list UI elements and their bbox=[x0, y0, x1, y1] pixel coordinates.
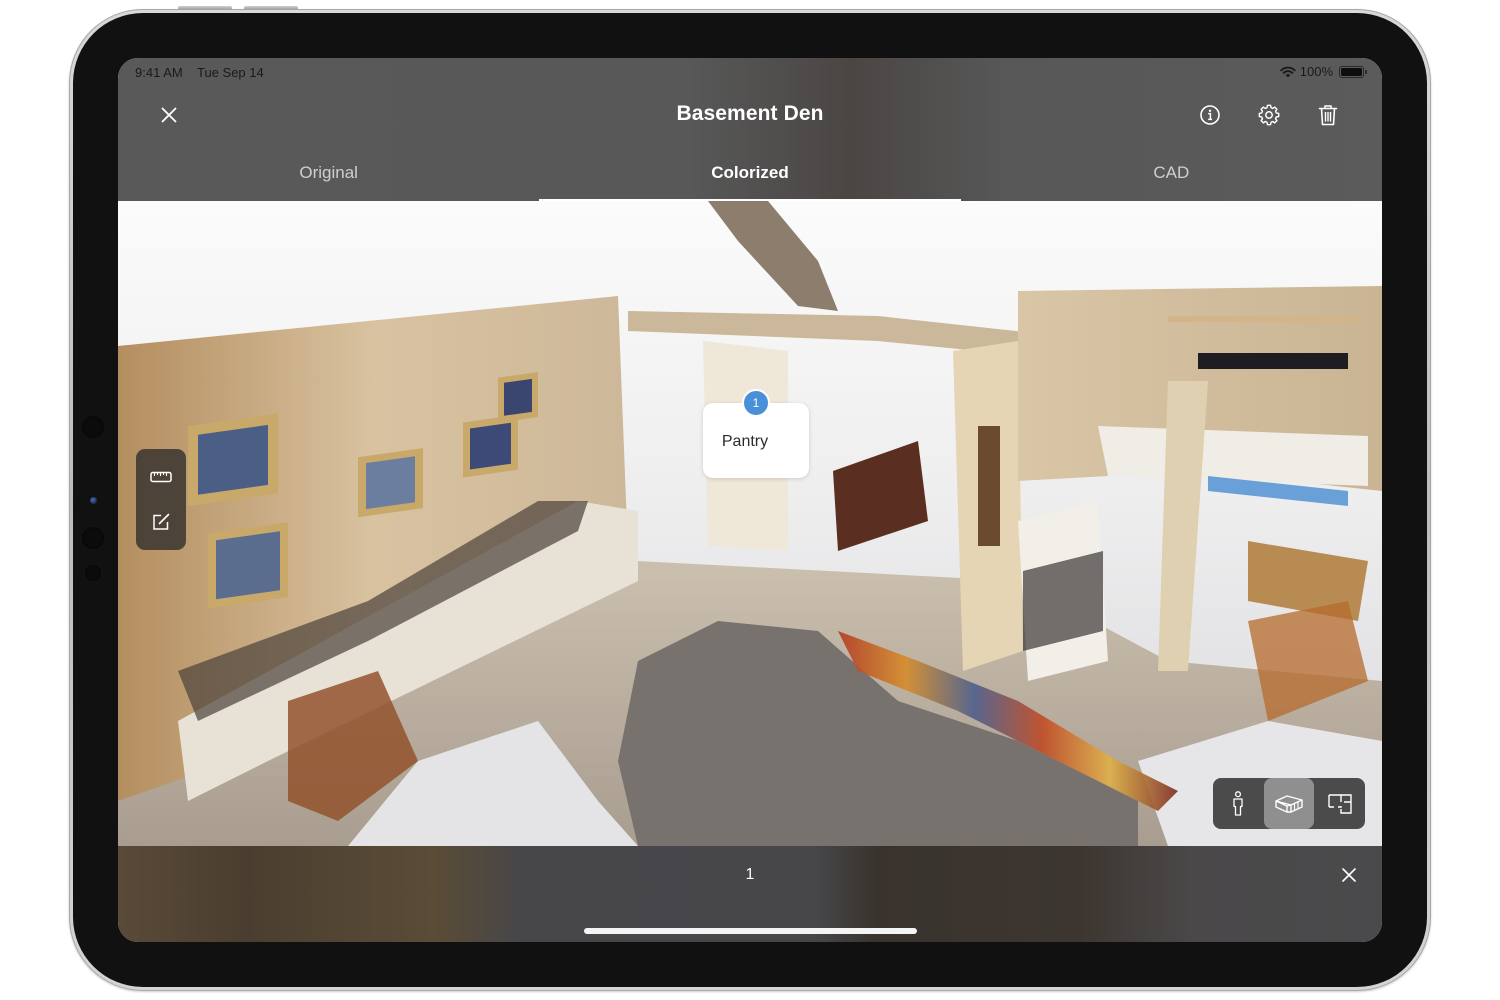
page-title: Basement Den bbox=[676, 102, 824, 125]
view-mode-dollhouse[interactable] bbox=[1263, 778, 1315, 829]
view-mode-floor-plan[interactable] bbox=[1314, 778, 1365, 829]
room-scan-model[interactable] bbox=[118, 201, 1382, 846]
bottom-bar: 1 bbox=[118, 846, 1382, 942]
tv-console bbox=[1098, 426, 1368, 486]
3d-box-icon bbox=[1275, 794, 1303, 813]
pin-annotation[interactable]: 1 Pantry bbox=[703, 389, 809, 478]
sensor-dot bbox=[82, 527, 104, 549]
tab-cad[interactable]: CAD bbox=[961, 144, 1382, 201]
wifi-icon bbox=[1280, 66, 1296, 77]
staircase bbox=[708, 201, 838, 311]
battery-percent: 100% bbox=[1299, 64, 1333, 79]
gear-icon bbox=[1258, 104, 1280, 126]
close-icon bbox=[1342, 868, 1356, 882]
pin-label: Pantry bbox=[721, 433, 769, 450]
trash-icon bbox=[1318, 105, 1338, 126]
kitchen-counter bbox=[833, 441, 928, 551]
app-screen: 9:41 AM Tue Sep 14 100% Basement Den Ori… bbox=[118, 58, 1382, 942]
wall-tv bbox=[1198, 353, 1348, 369]
tool-panel bbox=[136, 449, 186, 550]
sensor-dot bbox=[82, 416, 104, 438]
view-tabs: Original Colorized CAD bbox=[118, 144, 1382, 201]
top-chrome: 9:41 AM Tue Sep 14 100% Basement Den Ori… bbox=[118, 58, 1382, 201]
status-time: 9:41 AM bbox=[135, 65, 183, 80]
cue-rack bbox=[978, 426, 1000, 546]
bottom-close-button[interactable] bbox=[1334, 860, 1364, 890]
status-indicators: 100% bbox=[1280, 64, 1367, 79]
view-mode-first-person[interactable] bbox=[1213, 778, 1264, 829]
battery-full-icon bbox=[1339, 65, 1367, 78]
settings-button[interactable] bbox=[1253, 99, 1285, 131]
edit-note-icon bbox=[153, 513, 170, 530]
annotate-tool-button[interactable] bbox=[141, 503, 181, 541]
view-mode-switcher bbox=[1213, 778, 1365, 829]
tab-original[interactable]: Original bbox=[118, 144, 539, 201]
front-camera bbox=[90, 497, 97, 504]
ruler-icon bbox=[150, 472, 172, 483]
wall-shelf bbox=[1168, 316, 1358, 322]
tab-colorized[interactable]: Colorized bbox=[539, 144, 961, 201]
3d-model-viewport[interactable]: 1 Pantry bbox=[118, 201, 1382, 846]
volume-down-button bbox=[244, 6, 298, 10]
info-button[interactable] bbox=[1194, 99, 1226, 131]
status-bar: 9:41 AM Tue Sep 14 100% bbox=[118, 58, 1382, 86]
sensor-dot bbox=[85, 565, 101, 581]
volume-up-button bbox=[178, 6, 232, 10]
nav-bar: Basement Den bbox=[118, 86, 1382, 144]
pin-number-badge: 1 bbox=[742, 389, 770, 417]
annotation-count: 1 bbox=[745, 866, 755, 883]
measure-tool-button[interactable] bbox=[141, 458, 181, 496]
status-date: Tue Sep 14 bbox=[197, 65, 264, 80]
nav-actions bbox=[1194, 99, 1344, 131]
person-icon bbox=[1233, 790, 1243, 816]
delete-button[interactable] bbox=[1312, 99, 1344, 131]
home-indicator[interactable] bbox=[584, 928, 917, 934]
floor-plan-icon bbox=[1327, 793, 1352, 814]
info-circle-icon bbox=[1200, 105, 1220, 125]
